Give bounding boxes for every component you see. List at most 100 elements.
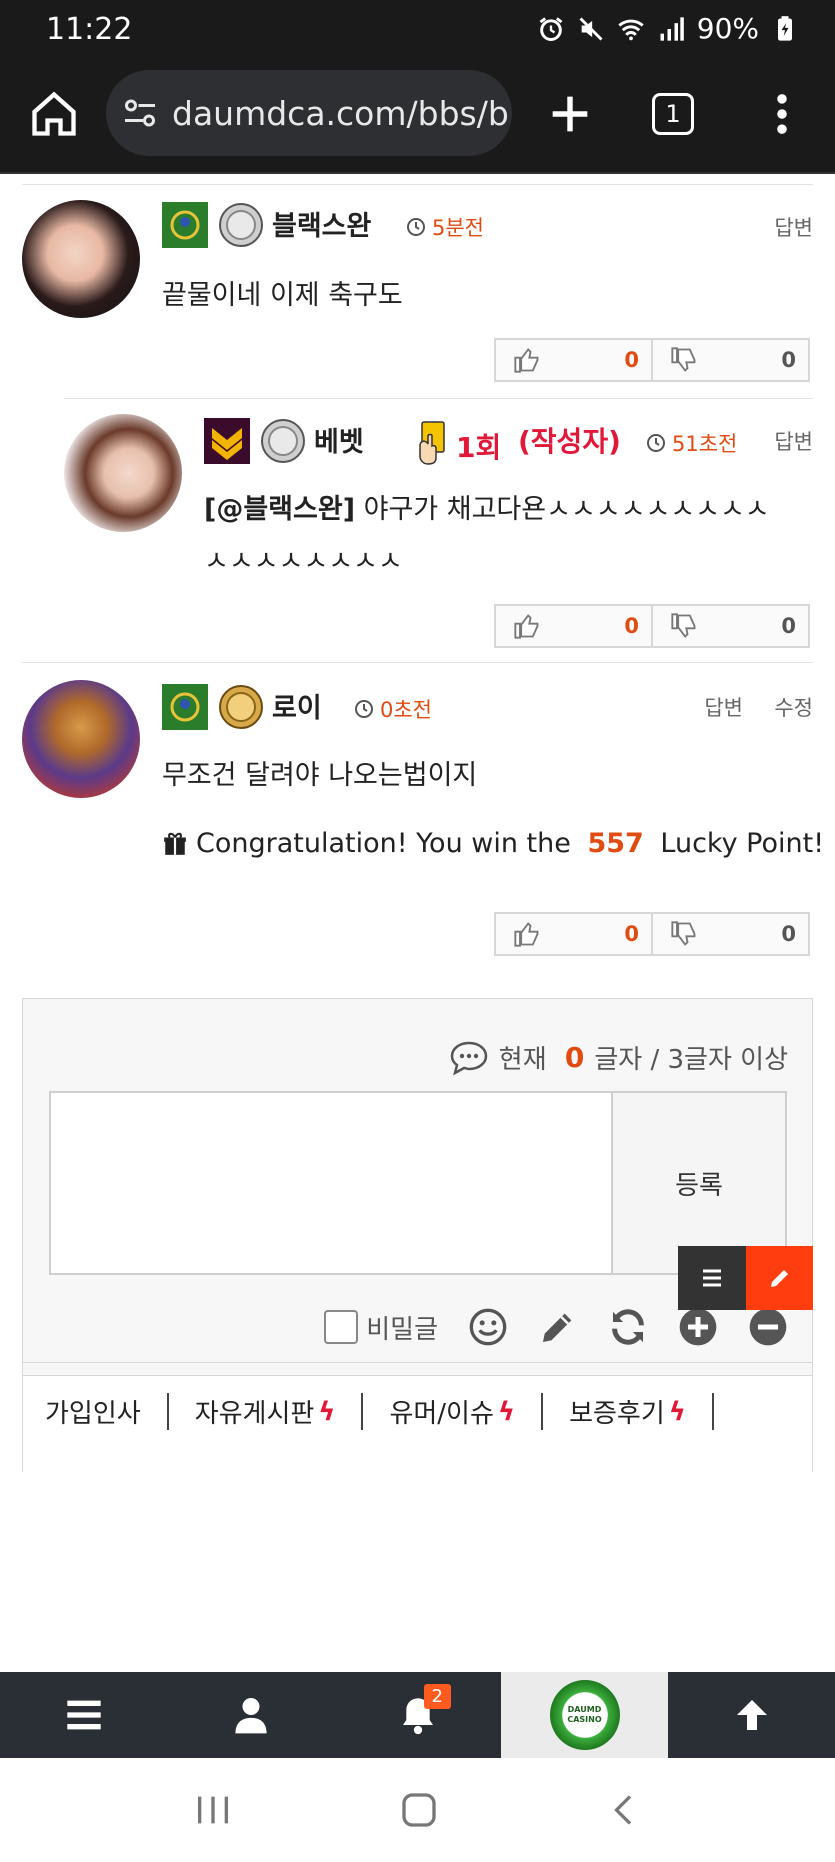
url-field[interactable]: daumdca.com/bbs/b (106, 70, 512, 156)
rank-badge-icon (204, 418, 250, 464)
status-icons: 90% (537, 12, 799, 45)
clock-icon (355, 700, 373, 718)
dislike-button[interactable]: 0 (653, 606, 808, 646)
dislike-button[interactable]: 0 (653, 914, 808, 954)
recent-apps-icon[interactable] (193, 1792, 233, 1828)
browser-toolbar: daumdca.com/bbs/b 1 (0, 58, 835, 174)
avatar[interactable] (64, 414, 182, 532)
profile-button[interactable] (167, 1672, 334, 1758)
notification-badge: 2 (423, 1684, 451, 1709)
home-icon[interactable] (28, 88, 80, 140)
secret-checkbox[interactable]: 비밀글 (324, 1309, 438, 1346)
tab-switcher-button[interactable]: 1 (652, 93, 694, 135)
dislike-count: 0 (781, 614, 796, 638)
reply-link[interactable]: 답변 (774, 212, 813, 242)
time-ago-text: 51초전 (672, 432, 738, 456)
menu-button[interactable] (0, 1672, 167, 1758)
tab-count: 1 (665, 100, 681, 128)
refresh-icon[interactable] (608, 1307, 648, 1347)
category-label: 보증후기 (569, 1399, 665, 1429)
clock-icon (407, 218, 425, 236)
rank-badge-icon (162, 684, 208, 730)
category-label: 가입인사 (45, 1399, 141, 1429)
counter-prefix: 현재 (498, 1045, 555, 1075)
emoticon-icon[interactable] (468, 1307, 508, 1347)
expand-icon[interactable] (678, 1307, 718, 1347)
time-ago-text: 0초전 (380, 698, 433, 722)
status-time: 11:22 (46, 12, 133, 47)
dislike-count: 0 (781, 922, 796, 946)
like-count: 0 (624, 348, 639, 372)
comment-text: 무조건 달려야 나오는법이지 (162, 760, 478, 791)
category-list: 가입인사 자유게시판 ϟ 유머/이슈 ϟ 보증후기 ϟ (45, 1393, 740, 1430)
comment-text-line1: 야구가 채고다욘ㅅㅅㅅㅅㅅㅅㅅㅅㅅ (355, 494, 770, 525)
like-button[interactable]: 0 (496, 606, 653, 646)
level-silver-icon (261, 419, 305, 463)
edit-link[interactable]: 수정 (774, 692, 813, 722)
home-logo-button[interactable]: DAUMD CASINO (501, 1672, 668, 1758)
thumbs-up-icon (514, 348, 539, 373)
lightning-icon: ϟ (497, 1396, 516, 1427)
category-free-board[interactable]: 자유게시판 ϟ (195, 1393, 364, 1430)
like-button[interactable]: 0 (496, 340, 653, 380)
vote-box: 0 0 (494, 338, 810, 382)
new-tab-icon[interactable] (544, 88, 596, 140)
dislike-count: 0 (781, 348, 796, 372)
nickname[interactable]: 블랙스완 (272, 204, 371, 243)
author-tag: (작성자) (518, 425, 621, 458)
like-count: 0 (624, 614, 639, 638)
scroll-top-button[interactable] (668, 1672, 835, 1758)
gift-icon (164, 832, 186, 855)
secret-label: 비밀글 (366, 1314, 438, 1345)
bottom-nav: 2 DAUMD CASINO (0, 1672, 835, 1758)
home-icon[interactable] (399, 1790, 439, 1830)
nickname[interactable]: 로이 (272, 686, 322, 725)
url-text: daumdca.com/bbs/b (172, 93, 509, 133)
category-menu: 가입인사 자유게시판 ϟ 유머/이슈 ϟ 보증후기 ϟ (22, 1362, 813, 1472)
user-icon (234, 1698, 267, 1734)
category-label: 유머/이슈 (389, 1399, 494, 1429)
editor-tools: 비밀글 (324, 1307, 788, 1347)
checkbox[interactable] (324, 1310, 359, 1344)
collapse-icon[interactable] (748, 1307, 788, 1347)
thumbs-down-icon (671, 613, 696, 638)
back-icon[interactable] (606, 1790, 642, 1830)
like-button[interactable]: 0 (496, 914, 653, 954)
time-ago: 51초전 (646, 428, 737, 458)
avatar[interactable] (22, 200, 140, 318)
comment-area: 블랙스완 5분전 답변 끝물이네 이제 축구도 0 0 베벳 1회 (작성자) (0, 176, 835, 1672)
vote-box: 0 0 (494, 604, 810, 648)
rank-badge-icon (162, 202, 208, 248)
category-greeting[interactable]: 가입인사 (45, 1393, 169, 1430)
write-button[interactable] (746, 1246, 813, 1310)
comment-text: [@블랙스완] 야구가 채고다욘ㅅㅅㅅㅅㅅㅅㅅㅅㅅ (204, 484, 804, 536)
warning-count: 1회 (456, 431, 502, 464)
more-menu-icon[interactable] (756, 88, 808, 140)
notification-button[interactable]: 2 (334, 1672, 501, 1758)
lucky-prefix: Congratulation! You win the (196, 828, 580, 859)
lightning-icon: ϟ (318, 1396, 336, 1427)
nickname[interactable]: 베벳 (314, 420, 364, 459)
time-ago: 0초전 (354, 694, 432, 724)
mention[interactable]: [@블랙스완] (204, 494, 355, 525)
category-label: 자유게시판 (194, 1399, 315, 1429)
comment-editor: 현재 0 글자 / 3글자 이상 등록 비밀글 (22, 998, 813, 1376)
category-reviews[interactable]: 보증후기 ϟ (569, 1393, 714, 1430)
signal-icon (660, 16, 684, 41)
reply-link[interactable]: 답변 (774, 426, 813, 456)
system-nav-bar (0, 1758, 835, 1862)
counter-value: 0 (564, 1041, 585, 1074)
dislike-button[interactable]: 0 (653, 340, 808, 380)
reply-link[interactable]: 답변 (704, 692, 743, 722)
comment-textarea[interactable] (49, 1091, 613, 1275)
battery-percent: 90% (696, 12, 759, 45)
list-button[interactable] (678, 1246, 746, 1310)
category-humor[interactable]: 유머/이슈 ϟ (389, 1393, 544, 1430)
site-settings-icon[interactable] (122, 95, 158, 131)
pencil-icon[interactable] (538, 1307, 578, 1347)
casino-logo: DAUMD CASINO (549, 1680, 620, 1750)
level-gold-icon (219, 685, 263, 729)
avatar[interactable] (22, 680, 140, 798)
alarm-icon (539, 16, 563, 41)
pencil-icon (770, 1270, 788, 1287)
